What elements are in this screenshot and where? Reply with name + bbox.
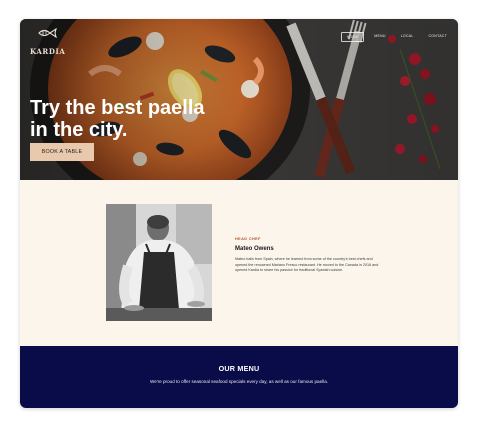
nav-item-contact[interactable]: CONTACT [423, 32, 452, 42]
chef-section: HEAD CHEF Mateo Owens Mateo hails from S… [20, 180, 458, 346]
hero-section: KARDIA HOME MENU LOCAL CONTACT Try the b… [20, 19, 458, 180]
chef-bio-block: HEAD CHEF Mateo Owens Mateo hails from S… [235, 237, 381, 274]
our-menu-section: OUR MENU We're proud to offer seasonal s… [20, 346, 458, 408]
menu-subtitle: We're proud to offer seasonal seafood sp… [149, 379, 329, 384]
website-preview-card: KARDIA HOME MENU LOCAL CONTACT Try the b… [20, 19, 458, 408]
chef-portrait-image [106, 204, 212, 321]
nav-item-home[interactable]: HOME [340, 32, 365, 42]
hero-title: Try the best paella in the city. [30, 97, 270, 141]
fish-icon [37, 28, 57, 38]
hero-title-line1: Try the best paella [30, 97, 205, 119]
main-nav: HOME MENU LOCAL CONTACT [340, 32, 452, 42]
nav-item-local[interactable]: LOCAL [396, 32, 419, 42]
head-chef-eyebrow: HEAD CHEF [235, 237, 261, 241]
brand-name: KARDIA [30, 47, 66, 56]
brand-logo[interactable]: KARDIA [30, 28, 65, 58]
chef-name: Mateo Owens [235, 246, 274, 252]
chef-photo [106, 204, 212, 321]
nav-item-menu[interactable]: MENU [369, 32, 390, 42]
hero-title-line2: in the city. [30, 119, 128, 141]
chef-bio-text: Mateo hails from Spain, where he learned… [235, 257, 379, 273]
book-a-table-button[interactable]: BOOK A TABLE [30, 143, 94, 161]
menu-title: OUR MENU [218, 364, 260, 373]
